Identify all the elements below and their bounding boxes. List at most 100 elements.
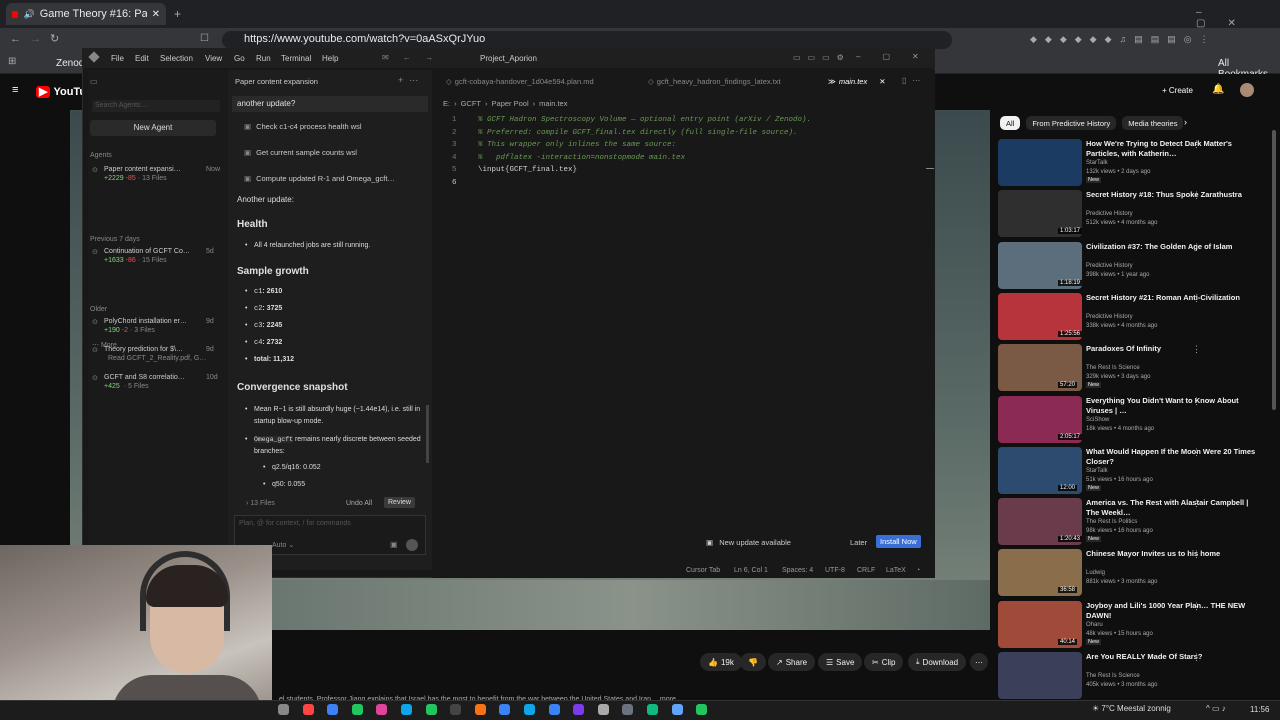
more-options-icon[interactable]: ⋮ [1192, 139, 1201, 150]
menu-go[interactable]: Go [234, 54, 245, 63]
channel-name[interactable]: Predictive History [1086, 263, 1133, 269]
video-title[interactable]: Paradoxes Of Infinity [1086, 344, 1256, 354]
chat-header-icons[interactable]: +⋯ [398, 75, 424, 86]
channel-name[interactable]: SciShow [1086, 417, 1109, 423]
window-buttons[interactable]: –▢✕ [856, 52, 941, 61]
taskbar-app-icon[interactable] [474, 704, 486, 715]
channel-name[interactable]: StarTalk [1086, 468, 1108, 474]
window-controls[interactable]: –▢✕ [1196, 7, 1280, 29]
new-tab-button[interactable]: + [174, 7, 181, 21]
recommended-video[interactable]: 36:58 Chinese Mayor Invites us to his hom… [998, 549, 1270, 599]
code-line[interactable]: % pdflatex -interaction=nonstopmode main… [478, 154, 685, 162]
channel-name[interactable]: The Rest Is Science [1086, 365, 1140, 371]
more-options-icon[interactable]: ⋮ [1192, 601, 1201, 612]
close-tab-icon[interactable]: ✕ [879, 77, 885, 86]
undo-all-button[interactable]: Undo All [346, 500, 372, 507]
chip-all[interactable]: All [1000, 116, 1021, 130]
chip-channel[interactable]: From Predictive History [1026, 116, 1117, 130]
search-agents-input[interactable]: Search Agents… [92, 100, 220, 112]
like-button[interactable]: 👍 19k [700, 653, 742, 671]
weather-widget[interactable]: ☀ 7°C Meestal zonnig [1092, 704, 1171, 713]
breadcrumb-item[interactable]: main.tex [539, 99, 567, 108]
taskbar-app-icon[interactable] [647, 704, 658, 715]
mode-select[interactable]: Auto ⌄ [272, 541, 294, 549]
video-title[interactable]: Secret History #18: Thus Spoke Zarathust… [1086, 190, 1256, 200]
dislike-button[interactable]: 👎 [740, 653, 766, 671]
status-spaces[interactable]: Spaces: 4 [782, 567, 813, 574]
scrollbar[interactable] [1272, 130, 1276, 410]
video-title[interactable]: Secret History #21: Roman Anti-Civilizat… [1086, 293, 1256, 303]
bell-icon[interactable]: ◔ [916, 567, 920, 574]
notifications-icon[interactable]: 🔔 [1212, 84, 1224, 95]
new-agent-button[interactable]: New Agent [90, 120, 216, 136]
breadcrumb-item[interactable]: Paper Pool [492, 99, 529, 108]
video-title[interactable]: Joyboy and Lili's 1000 Year Plan… THE NE… [1086, 601, 1256, 621]
recommended-video[interactable]: 40:14 Joyboy and Lili's 1000 Year Plan… T… [998, 600, 1270, 651]
sidebar-toggle-icon[interactable]: ▭ [90, 77, 98, 86]
share-button[interactable]: ↗ Share [768, 653, 816, 671]
recommended-video[interactable]: 1:20:43 America vs. The Rest with Alastai… [998, 498, 1270, 548]
status-encoding[interactable]: UTF-8 [825, 567, 845, 574]
taskbar-app-icon[interactable] [597, 704, 609, 715]
more-options-icon[interactable]: ⋮ [1192, 549, 1201, 560]
channel-name[interactable]: Predictive History [1086, 211, 1133, 217]
more-options-icon[interactable]: ⋮ [1192, 447, 1201, 458]
hamburger-icon[interactable]: ≡ [12, 84, 18, 96]
breadcrumb-item[interactable]: E: [443, 99, 450, 108]
back-icon[interactable]: ← [10, 33, 21, 45]
tool-call-item[interactable]: ▣ Get current sample counts wsl [244, 148, 420, 157]
tool-call-item[interactable]: ▣ Check c1-c4 process health wsl [244, 122, 420, 131]
editor-tab-actions[interactable]: ▯⋯ [902, 76, 926, 85]
video-title[interactable]: What Would Happen If the Moon Were 20 Ti… [1086, 447, 1256, 467]
avatar[interactable] [1240, 83, 1254, 97]
more-options-icon[interactable]: ⋮ [1192, 344, 1201, 355]
menu-run[interactable]: Run [256, 54, 271, 63]
extensions-icons[interactable]: ◆◆◆◆◆◆♫▤▤▤◎⋮ [1030, 34, 1217, 45]
image-icon[interactable]: ▣ [390, 540, 398, 549]
code-line[interactable]: % Preferred: compile GCFT_final.tex dire… [478, 129, 798, 137]
code-line[interactable]: % GCFT Hadron Spectroscopy Volume — opti… [478, 116, 811, 124]
code-line[interactable]: \input{GCFT_final.tex} [478, 166, 577, 174]
menu-selection[interactable]: Selection [160, 54, 193, 63]
video-thumbnail[interactable] [998, 652, 1082, 699]
install-now-button[interactable]: Install Now [876, 535, 921, 548]
taskbar-app-icon[interactable] [450, 704, 462, 715]
recommended-video[interactable]: How We're Trying to Detect Dark Matter's… [998, 139, 1270, 189]
channel-name[interactable]: The Rest Is Science [1086, 673, 1140, 679]
review-button[interactable]: Review [384, 497, 415, 508]
url-field[interactable]: https://www.youtube.com/watch?v=0aASxQrJ… [222, 31, 952, 49]
taskbar-app-icon[interactable] [327, 704, 339, 715]
taskbar-app-icon[interactable] [671, 704, 683, 715]
editor-tab[interactable]: ≫ main.tex ✕ [828, 77, 886, 86]
breadcrumb-item[interactable]: GCFT [461, 99, 481, 108]
nav-arrows[interactable]: ✉ ← → [382, 53, 439, 62]
taskbar-app-icon[interactable] [696, 704, 708, 715]
files-summary[interactable]: › 13 Files [246, 500, 275, 507]
menu-help[interactable]: Help [322, 54, 338, 63]
taskbar-app-icon[interactable] [499, 704, 511, 715]
recommended-video[interactable]: 57:20 Paradoxes Of Infinity The Rest Is Sc… [998, 344, 1270, 394]
layout-icons[interactable]: ▭▭▭⚙ [793, 53, 851, 62]
recommended-video[interactable]: 1:25:56 Secret History #21: Roman Anti-Ci… [998, 292, 1270, 343]
channel-name[interactable]: Predictive History [1086, 314, 1133, 320]
video-title[interactable]: Civilization #37: The Golden Age of Isla… [1086, 242, 1256, 252]
save-button[interactable]: ☰ Save [818, 653, 863, 671]
reload-icon[interactable]: ↻ [50, 32, 59, 45]
recommended-video[interactable]: 12:00 What Would Happen If the Moon Were … [998, 446, 1270, 497]
apps-icon[interactable]: ⊞ [8, 56, 16, 67]
video-title[interactable]: America vs. The Rest with Alastair Campb… [1086, 498, 1256, 518]
taskbar-app-icon[interactable] [524, 704, 535, 715]
taskbar-app-icon[interactable] [278, 704, 289, 715]
video-thumbnail[interactable] [998, 139, 1082, 186]
later-button[interactable]: Later [850, 538, 867, 547]
more-options-icon[interactable]: ⋮ [1192, 652, 1201, 663]
tool-call-item[interactable]: ▣ Compute updated R-1 and Omega_gcft… [244, 174, 420, 183]
chips-next-icon[interactable]: › [1184, 117, 1187, 127]
channel-name[interactable]: The Rest Is Politics [1086, 519, 1137, 525]
status-language[interactable]: LaTeX [886, 567, 906, 574]
menu-edit[interactable]: Edit [135, 54, 149, 63]
status-eol[interactable]: CRLF [857, 567, 875, 574]
video-title[interactable]: Are You REALLY Made Of Stars? [1086, 652, 1256, 662]
browser-tab[interactable]: 🔊 Game Theory #16: Pax Judaic ✕ [6, 3, 166, 25]
create-button[interactable]: + Create [1162, 86, 1193, 95]
